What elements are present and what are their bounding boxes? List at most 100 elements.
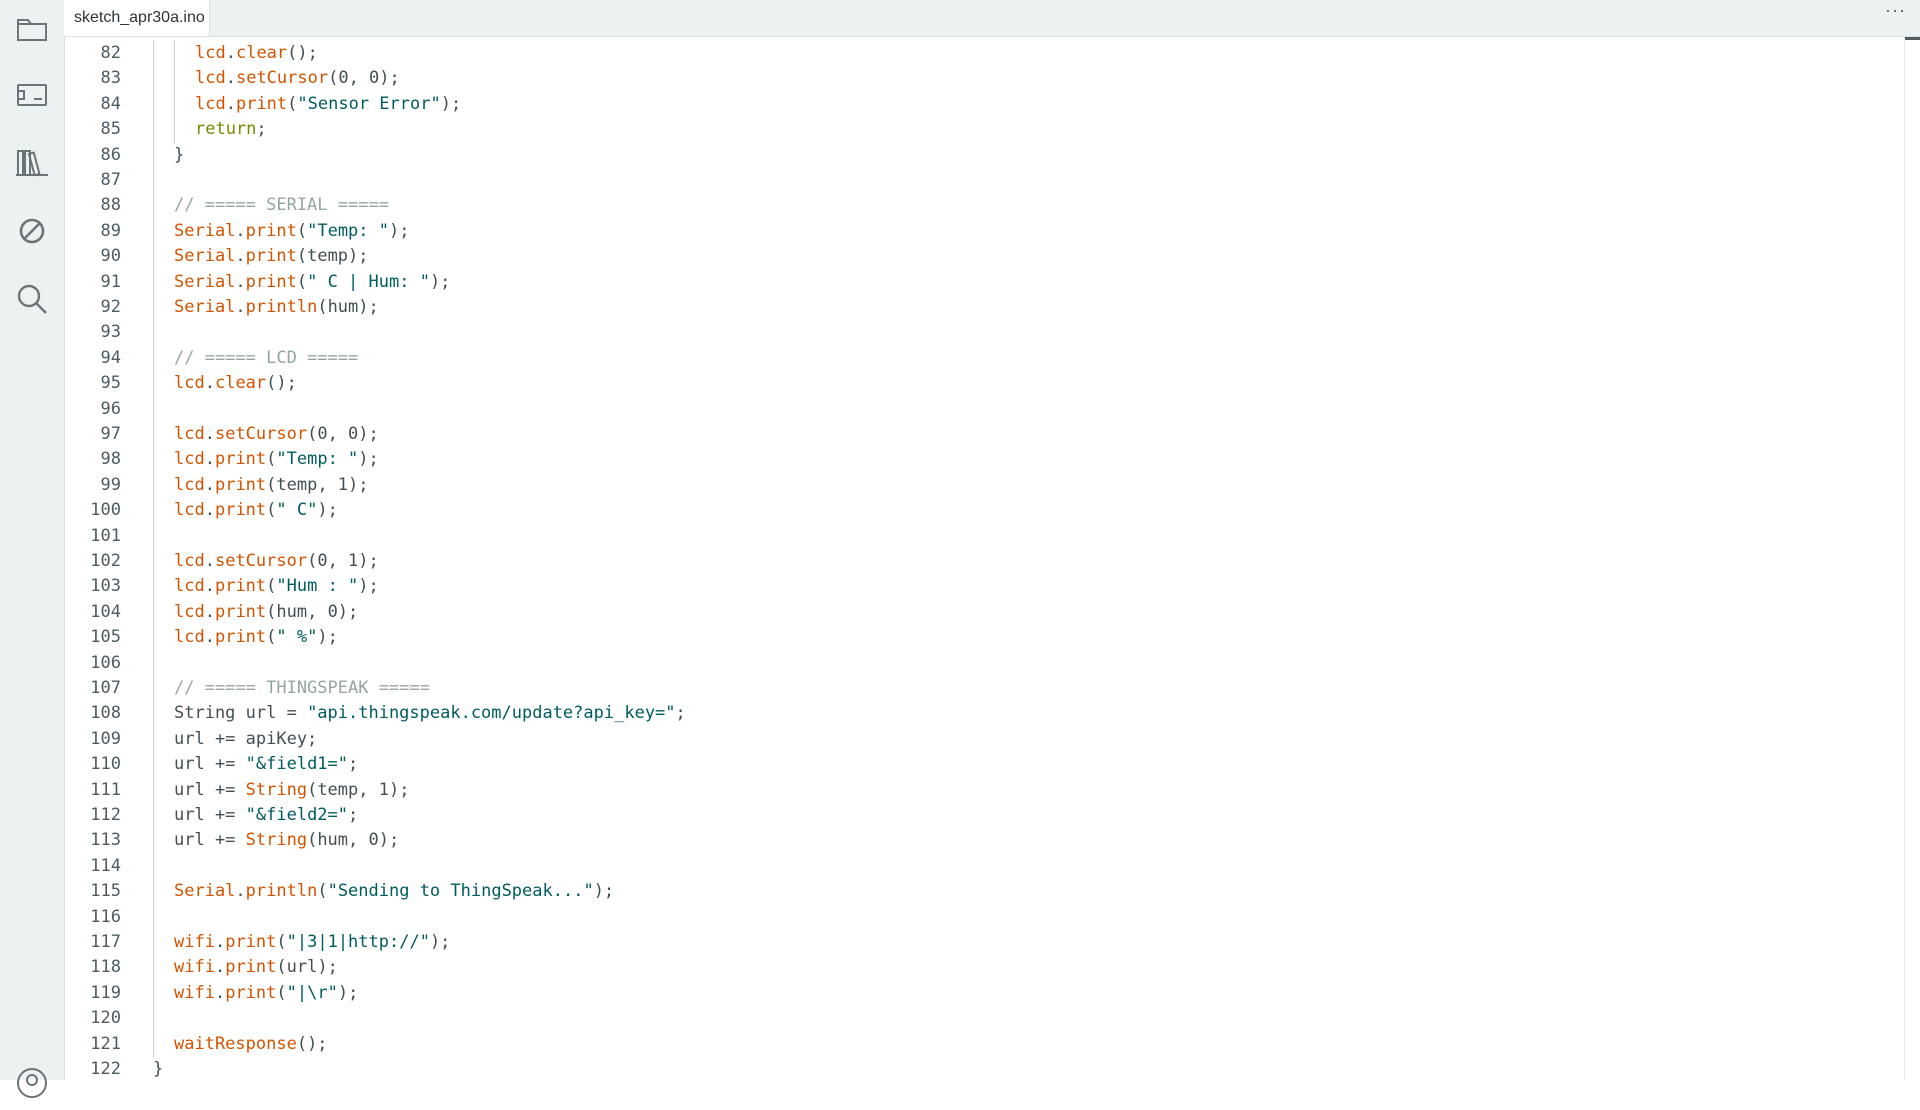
profile-icon[interactable]: [0, 1052, 64, 1110]
code-token: (hum, 0);: [307, 830, 400, 851]
code-line[interactable]: 89 Serial.print("Temp: ");: [65, 218, 1905, 245]
code-line[interactable]: 102 lcd.setCursor(0, 1);: [65, 549, 1905, 575]
library-manager-icon[interactable]: [0, 134, 64, 192]
code-token: .: [204, 474, 215, 495]
code-line[interactable]: 105 lcd.print(" %");: [65, 625, 1905, 651]
indent-guide: [153, 498, 154, 524]
code-token: " C | Hum: ": [307, 271, 430, 292]
code-line[interactable]: 110 url += "&field1=";: [65, 752, 1905, 778]
code-text: lcd.print(" %");: [174, 625, 338, 650]
line-number: 110: [90, 754, 121, 775]
code-line[interactable]: 95 lcd.clear();: [65, 371, 1905, 397]
code-token: (0, 0);: [328, 68, 400, 89]
code-line[interactable]: 122}: [65, 1057, 1905, 1080]
line-number: 93: [100, 322, 121, 343]
code-line[interactable]: 115 Serial.println("Sending to ThingSpeak…: [65, 879, 1905, 905]
code-token: ();: [296, 1033, 328, 1054]
code-line[interactable]: 100 lcd.print(" C");: [65, 498, 1905, 524]
code-line[interactable]: 82 lcd.clear();: [65, 41, 1905, 67]
editor-scrollbar[interactable]: [1904, 37, 1920, 1080]
code-line[interactable]: 121 waitResponse();: [65, 1031, 1905, 1057]
code-line[interactable]: 106: [65, 650, 1905, 676]
indent-guide: [153, 879, 154, 905]
tab-sketch-file[interactable]: sketch_apr30a.ino: [64, 0, 210, 36]
code-line[interactable]: 93: [65, 320, 1905, 346]
code-editor[interactable]: 82 lcd.clear(); 83 lcd.setCursor(0, 0); 84 lc…: [65, 37, 1905, 1080]
line-number: 121: [90, 1033, 121, 1054]
code-line[interactable]: 87: [65, 168, 1905, 194]
code-token: lcd: [174, 576, 205, 597]
scrollbar-thumb[interactable]: [1905, 37, 1920, 40]
code-line[interactable]: 96: [65, 396, 1905, 422]
indent-guide: [153, 828, 154, 854]
code-line[interactable]: 109 url += apiKey;: [65, 726, 1905, 753]
code-line[interactable]: 83 lcd.setCursor(0, 0);: [65, 66, 1905, 92]
code-token: (: [296, 220, 308, 241]
code-line[interactable]: 90 Serial.print(temp);: [65, 244, 1905, 270]
code-token: print: [225, 982, 277, 1003]
code-line[interactable]: 116: [65, 904, 1905, 930]
code-line[interactable]: 85 return;: [65, 117, 1905, 143]
code-line[interactable]: 84 lcd.print("Sensor Error");: [65, 91, 1905, 118]
code-line[interactable]: 117 wifi.print("|3|1|http://");: [65, 930, 1905, 956]
code-line[interactable]: 97 lcd.setCursor(0, 0);: [65, 422, 1905, 448]
boards-manager-icon[interactable]: [0, 66, 64, 124]
line-number: 117: [90, 932, 121, 952]
code-token: ();: [266, 373, 297, 394]
indent-guide: [174, 41, 175, 67]
code-token: "|3|1|http://": [286, 932, 430, 952]
code-token: .: [204, 576, 215, 597]
code-line[interactable]: 103 lcd.print("Hum : ");: [65, 574, 1905, 600]
code-line[interactable]: 98 lcd.print("Temp: ");: [65, 447, 1905, 473]
line-number: 122: [90, 1059, 121, 1079]
code-token: (hum);: [317, 297, 379, 317]
code-line[interactable]: 113 url += String(hum, 0);: [65, 828, 1905, 854]
code-line[interactable]: 101: [65, 523, 1905, 549]
indent-guide: [153, 574, 154, 600]
code-line[interactable]: 108 String url = "api.thingspeak.com/upda…: [65, 701, 1905, 727]
debug-icon[interactable]: [0, 202, 64, 260]
code-text: lcd.setCursor(0, 0);: [174, 422, 379, 447]
code-line[interactable]: 119 wifi.print("|\r");: [65, 980, 1905, 1007]
code-line[interactable]: 86}: [65, 142, 1905, 168]
line-number: 89: [100, 220, 121, 241]
code-token: "|\r": [286, 982, 338, 1003]
code-text: // ===== LCD =====: [174, 346, 358, 371]
code-token: print: [245, 246, 297, 267]
code-token: (: [276, 982, 287, 1003]
line-number: 119: [90, 982, 121, 1003]
code-line[interactable]: 91 Serial.print(" C | Hum: ");: [65, 269, 1905, 295]
search-icon[interactable]: [0, 270, 64, 328]
code-line[interactable]: 118 wifi.print(url);: [65, 955, 1905, 981]
code-token: "&field2=": [245, 805, 349, 825]
code-token: ;: [348, 805, 359, 825]
code-line[interactable]: 94 // ===== LCD =====: [65, 345, 1905, 372]
code-line[interactable]: 99 lcd.print(temp, 1);: [65, 472, 1905, 499]
code-text: lcd.print("Temp: ");: [174, 447, 379, 472]
code-line[interactable]: 92 Serial.println(hum);: [65, 295, 1905, 321]
code-line[interactable]: 112 url += "&field2=";: [65, 803, 1905, 829]
code-token: "api.thingspeak.com/update?api_key=": [307, 703, 676, 724]
more-actions-button[interactable]: ···: [1885, 0, 1906, 26]
code-line[interactable]: 120: [65, 1006, 1905, 1032]
code-line[interactable]: 114: [65, 853, 1905, 880]
code-line[interactable]: 107 // ===== THINGSPEAK =====: [65, 676, 1905, 702]
line-number: 102: [90, 551, 121, 571]
sketchbook-icon[interactable]: [0, 0, 64, 58]
code-token: wifi: [174, 932, 215, 952]
code-text: lcd.print("Hum : ");: [174, 574, 379, 599]
code-text: Serial.print(temp);: [174, 244, 369, 269]
code-token: (: [266, 500, 277, 521]
indent-guide: [153, 676, 154, 702]
code-text: // ===== SERIAL =====: [174, 193, 389, 218]
code-token: .: [204, 500, 215, 521]
code-line[interactable]: 111 url += String(temp, 1);: [65, 777, 1905, 803]
indent-guide: [153, 142, 154, 168]
code-line[interactable]: 104 lcd.print(hum, 0);: [65, 599, 1905, 626]
line-number: 96: [100, 398, 121, 419]
indent-guide: [174, 66, 175, 92]
code-line[interactable]: 88 // ===== SERIAL =====: [65, 193, 1905, 219]
code-token: );: [317, 500, 338, 521]
code-token: wifi: [174, 957, 215, 978]
code-token: setCursor: [214, 424, 308, 444]
